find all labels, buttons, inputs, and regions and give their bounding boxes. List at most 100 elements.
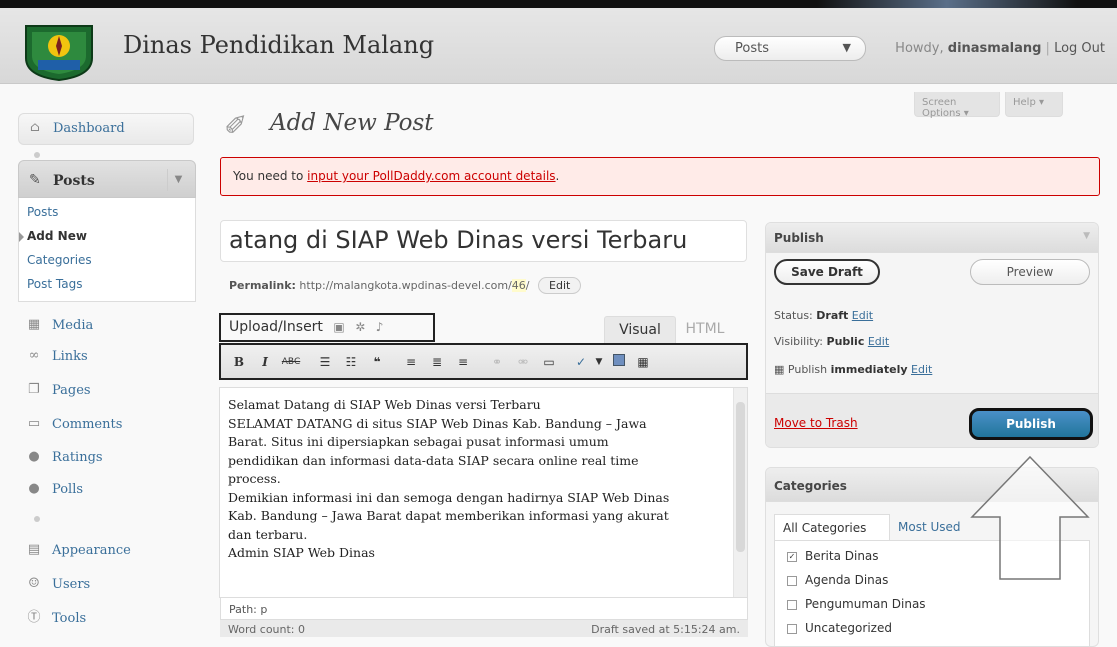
spellcheck-dropdown-icon[interactable]: ▼	[589, 352, 609, 372]
add-media-icon[interactable]: ✲	[355, 320, 365, 334]
post-title-input[interactable]: atang di SIAP Web Dinas versi Terbaru	[220, 220, 747, 262]
submenu-item-posts[interactable]: Posts	[27, 205, 58, 219]
submenu-item-post-tags[interactable]: Post Tags	[27, 277, 83, 291]
polldaddy-account-link[interactable]: input your PollDaddy.com account details	[307, 169, 555, 183]
pushpin-icon: ✐	[224, 109, 248, 142]
permalink-edit-button[interactable]: Edit	[538, 277, 582, 294]
logout-link[interactable]: Log Out	[1054, 41, 1105, 56]
pages-icon: ❐	[28, 382, 40, 397]
separator: |	[1045, 41, 1050, 56]
italic-icon[interactable]: I	[255, 352, 275, 372]
edit-visibility-link[interactable]: Edit	[868, 335, 889, 348]
editor-line: Kab. Bandung – Jawa Barat dapat memberik…	[228, 508, 669, 523]
sidebar-label: Dashboard	[53, 121, 125, 136]
sidebar-item-appearance[interactable]: ▤ Appearance	[18, 536, 194, 566]
category-item[interactable]: Agenda Dinas	[787, 573, 888, 587]
sidebar-label: Tools	[52, 611, 87, 626]
sidebar-item-comments[interactable]: ▭ Comments	[18, 410, 194, 440]
permalink-label: Permalink:	[229, 279, 296, 292]
edit-publish-time-link[interactable]: Edit	[911, 363, 932, 376]
chevron-down-icon[interactable]: ▼	[1083, 231, 1090, 241]
align-center-icon[interactable]: ≣	[427, 352, 447, 372]
sidebar-label: Links	[52, 349, 88, 364]
site-logo-icon	[25, 25, 93, 82]
visibility-row: Visibility: Public Edit	[774, 335, 889, 348]
favorites-dropdown[interactable]: Posts ▼	[714, 36, 866, 61]
publish-box-header[interactable]: Publish ▼	[766, 223, 1098, 253]
publish-time-label: Publish	[787, 363, 828, 376]
sidebar-item-dashboard[interactable]: ⌂ Dashboard	[18, 113, 194, 145]
site-title[interactable]: Dinas Pendidikan Malang	[123, 31, 434, 59]
editor-line: process.	[228, 471, 281, 486]
editor-line: Admin SIAP Web Dinas	[228, 545, 375, 560]
spellcheck-icon[interactable]: ✓	[571, 352, 591, 372]
category-item[interactable]: ✓ Berita Dinas	[787, 549, 879, 563]
publish-time-row: ▦ Publish immediately Edit	[774, 363, 932, 376]
submenu-item-categories[interactable]: Categories	[27, 253, 92, 267]
add-image-icon[interactable]: ▣	[333, 320, 344, 334]
link-icon[interactable]: ⚭	[487, 352, 507, 372]
screen-options-button[interactable]: Screen Options ▾	[914, 92, 1000, 119]
tab-all-categories[interactable]: All Categories	[774, 514, 890, 540]
edit-status-link[interactable]: Edit	[852, 309, 873, 322]
category-item[interactable]: Uncategorized	[787, 621, 892, 635]
chevron-down-icon[interactable]: ▼	[167, 169, 189, 191]
permalink: Permalink: http://malangkota.wpdinas-dev…	[229, 277, 582, 294]
checkbox-checked-icon[interactable]: ✓	[787, 551, 797, 562]
tab-visual[interactable]: Visual	[604, 316, 676, 344]
strikethrough-icon[interactable]: ABC	[281, 352, 301, 372]
upload-insert-label: Upload/Insert	[229, 319, 323, 335]
publish-time-value: immediately	[830, 363, 908, 376]
ratings-icon: ●	[28, 449, 40, 464]
sidebar-label: Comments	[52, 417, 123, 432]
checkbox-icon[interactable]	[787, 599, 797, 610]
align-left-icon[interactable]: ≡	[401, 352, 421, 372]
editor-path: Path: p	[220, 598, 748, 620]
sidebar-item-users[interactable]: ☺ Users	[18, 570, 194, 600]
category-label: Agenda Dinas	[805, 573, 889, 587]
scrollbar-thumb[interactable]	[736, 402, 745, 552]
bullet-list-icon[interactable]: ☰	[315, 352, 335, 372]
help-button[interactable]: Help ▾	[1005, 92, 1063, 117]
sidebar-item-links[interactable]: ∞ Links	[18, 342, 194, 372]
more-tag-icon[interactable]: ▭	[539, 352, 559, 372]
bold-icon[interactable]: B	[229, 352, 249, 372]
align-right-icon[interactable]: ≡	[453, 352, 473, 372]
sidebar-item-polls[interactable]: ● Polls	[18, 475, 194, 505]
sidebar-item-posts[interactable]: ✎ Posts ▼	[18, 160, 196, 198]
fullscreen-icon[interactable]	[609, 352, 629, 372]
sidebar-item-tools[interactable]: Ⓣ Tools	[18, 604, 194, 634]
permalink-slug[interactable]: 46	[511, 279, 526, 292]
unlink-icon[interactable]: ⚮	[513, 352, 533, 372]
sidebar-item-pages[interactable]: ❐ Pages	[18, 376, 194, 406]
draft-saved-status: Draft saved at 5:15:24 am.	[591, 623, 740, 636]
sidebar-item-ratings[interactable]: ● Ratings	[18, 443, 194, 473]
sidebar-item-media[interactable]: ▦ Media	[18, 311, 194, 341]
tools-icon: Ⓣ	[27, 610, 41, 625]
save-draft-button[interactable]: Save Draft	[774, 259, 880, 285]
category-item[interactable]: Pengumuman Dinas	[787, 597, 926, 611]
checkbox-icon[interactable]	[787, 575, 797, 586]
move-to-trash-link[interactable]: Move to Trash	[774, 416, 858, 430]
checkbox-icon[interactable]	[787, 623, 797, 634]
kitchen-sink-icon[interactable]: ▦	[633, 352, 653, 372]
blockquote-icon[interactable]: ❝	[367, 352, 387, 372]
editor-line: SELAMAT DATANG di situs SIAP Web Dinas K…	[228, 415, 647, 431]
submenu-item-add-new[interactable]: Add New	[27, 229, 87, 243]
posts-submenu: Posts Add New Categories Post Tags	[18, 198, 196, 302]
editor-scrollbar[interactable]	[733, 388, 747, 597]
appearance-icon: ▤	[27, 542, 41, 557]
editor-body[interactable]: Selamat Datang di SIAP Web Dinas versi T…	[228, 396, 728, 563]
tab-most-used[interactable]: Most Used	[898, 520, 961, 534]
numbered-list-icon[interactable]: ☷	[341, 352, 361, 372]
sidebar-label: Media	[52, 318, 94, 333]
add-audio-icon[interactable]: ♪	[376, 320, 384, 334]
tab-html[interactable]: HTML	[676, 316, 734, 344]
username-link[interactable]: dinasmalang	[948, 41, 1042, 56]
post-content-editor[interactable]: Selamat Datang di SIAP Web Dinas versi T…	[219, 387, 748, 598]
preview-button[interactable]: Preview	[970, 259, 1090, 285]
editor-line: Demikian informasi ini dan semoga dengan…	[228, 489, 670, 505]
publish-button[interactable]: Publish	[969, 408, 1093, 440]
category-label: Uncategorized	[805, 621, 892, 635]
sidebar-label: Users	[52, 577, 91, 592]
